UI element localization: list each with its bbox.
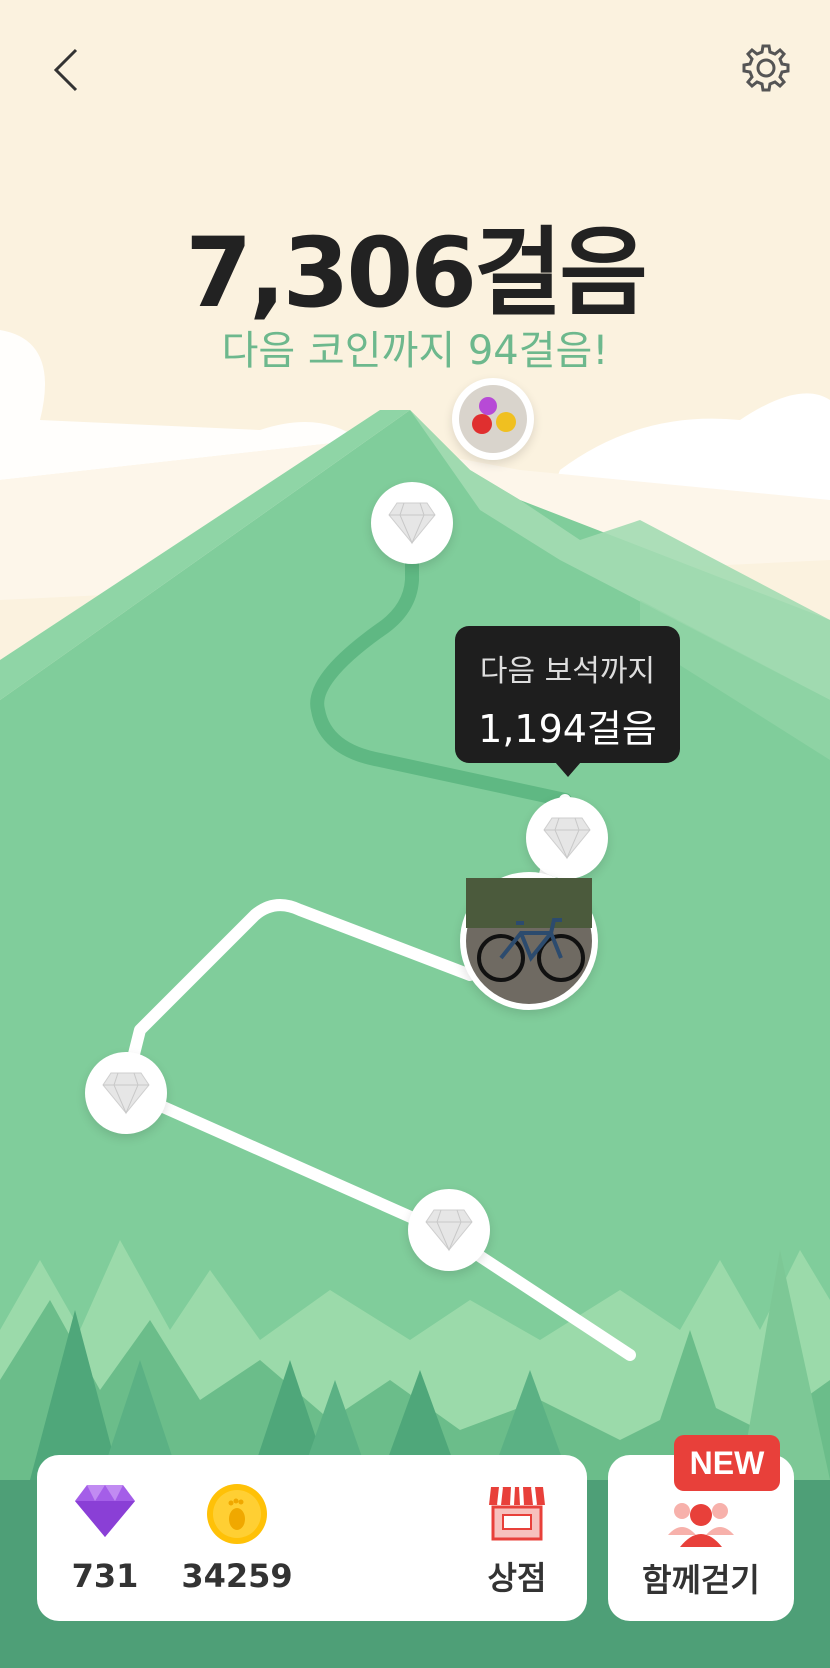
back-button[interactable] (40, 40, 90, 100)
diamond-icon (102, 1072, 150, 1115)
coin-count: 34259 (181, 1557, 293, 1595)
wallet-panel: 731 34259 상점 (37, 1455, 587, 1621)
diamond-icon (543, 817, 591, 860)
gem-node[interactable] (371, 482, 453, 564)
gem-node-next[interactable] (526, 797, 608, 879)
walk-together-content: 함께걷기 (608, 1495, 794, 1601)
gem-count: 731 (71, 1557, 139, 1595)
gear-icon (742, 44, 790, 92)
gem-node[interactable] (85, 1052, 167, 1134)
walk-together-label: 함께걷기 (642, 1561, 760, 1599)
summit-reward-node[interactable] (452, 378, 534, 460)
coin-balance[interactable]: 34259 (167, 1483, 307, 1595)
gem-node[interactable] (408, 1189, 490, 1271)
people-group-icon (668, 1503, 734, 1547)
current-position-node[interactable] (460, 872, 598, 1010)
purple-gem-icon (75, 1485, 135, 1537)
flower-photo-icon (459, 385, 527, 453)
bicycle-photo-icon (466, 878, 592, 1004)
settings-button[interactable] (738, 40, 794, 96)
new-badge: NEW (674, 1435, 780, 1491)
diamond-icon (425, 1209, 473, 1252)
next-gem-tooltip: 다음 보석까지 1,194걸음 (455, 626, 680, 777)
shop-label: 상점 (487, 1559, 547, 1597)
chevron-left-icon (53, 48, 78, 92)
gem-balance[interactable]: 731 (57, 1483, 153, 1595)
coin-icon (207, 1484, 267, 1544)
total-steps: 7,306걸음 (185, 217, 647, 329)
tooltip-steps: 1,194걸음 (478, 707, 657, 751)
shop-button[interactable]: 상점 (467, 1483, 567, 1599)
next-coin-message: 다음 코인까지 94걸음! (221, 328, 609, 374)
diamond-icon (388, 502, 436, 545)
tooltip-label: 다음 보석까지 (479, 654, 656, 689)
store-icon (489, 1486, 545, 1541)
